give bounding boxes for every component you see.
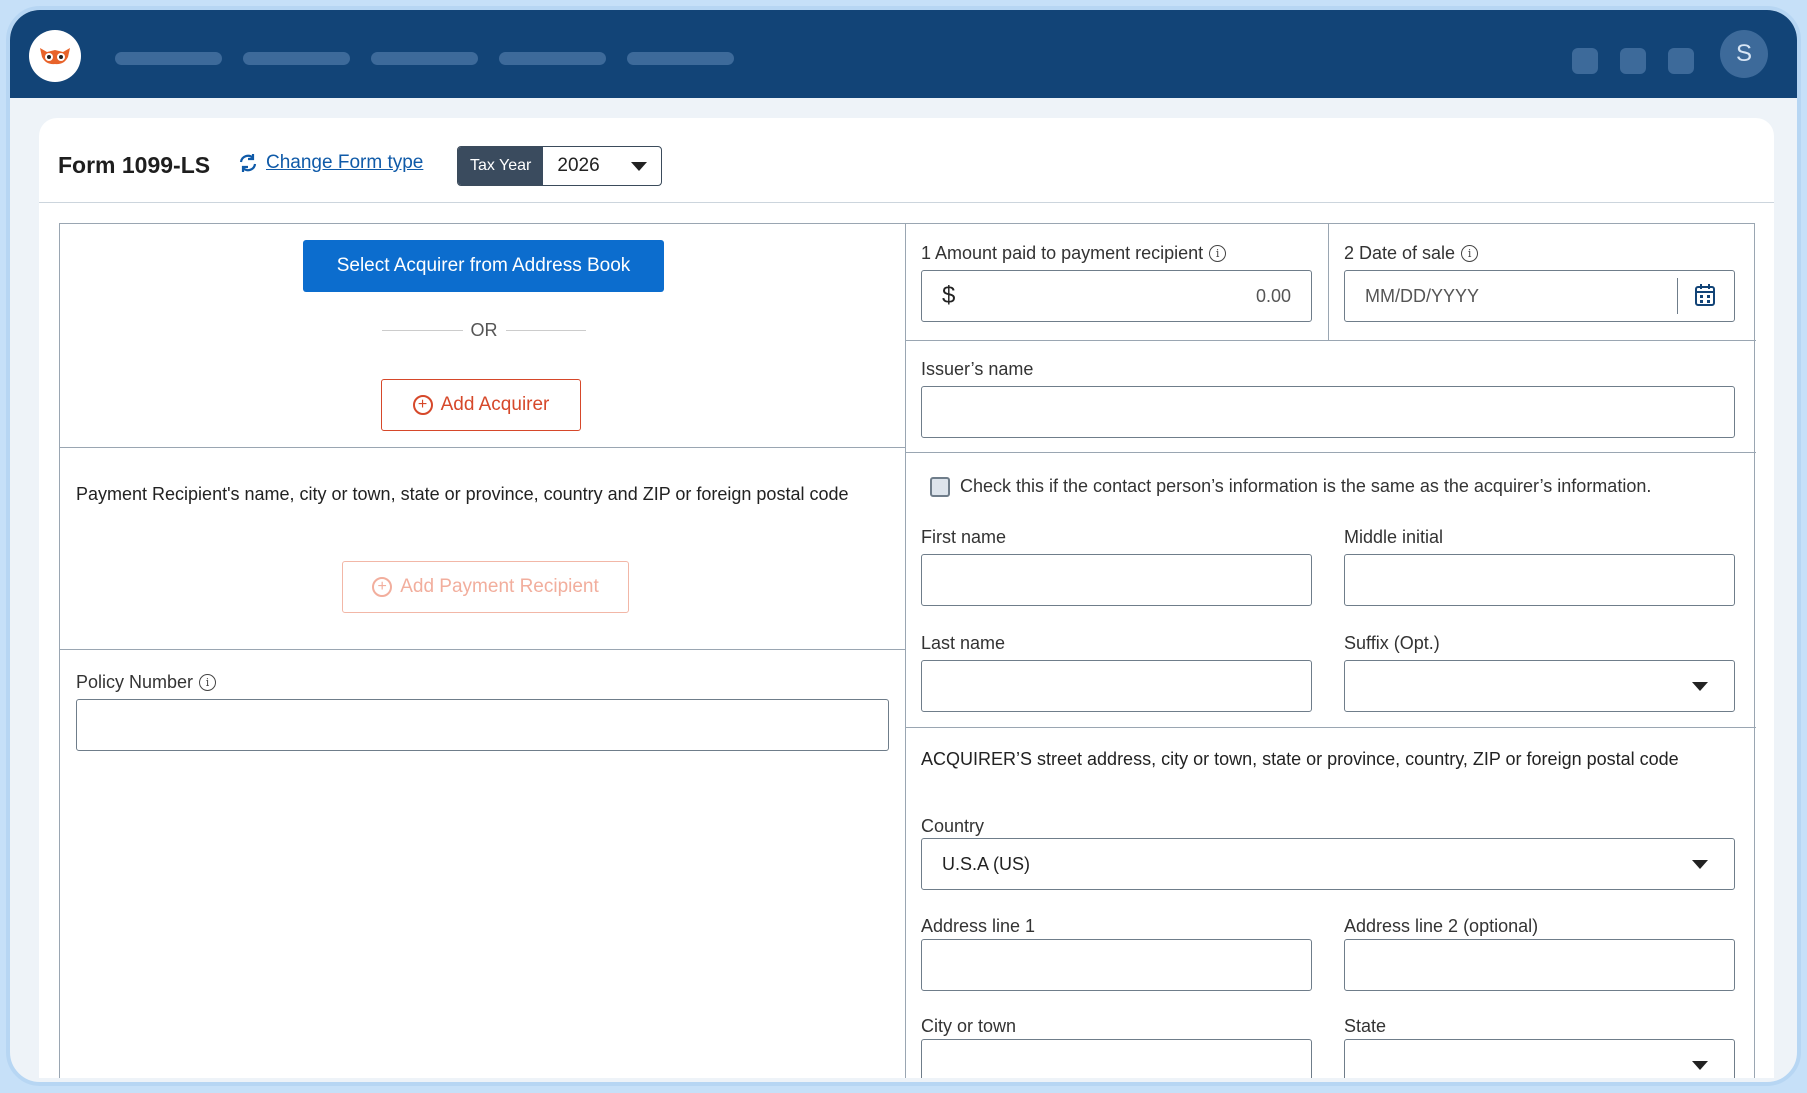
last-name-input[interactable]	[921, 660, 1312, 712]
add-acquirer-label: Add Acquirer	[440, 394, 550, 415]
same-contact-label: Check this if the contact person’s infor…	[960, 476, 1652, 496]
page-title: Form 1099-LS	[58, 152, 211, 178]
calendar-icon[interactable]	[1694, 283, 1716, 307]
change-form-type-label: Change Form type	[266, 152, 424, 173]
add-payment-recipient-button[interactable]: + Add Payment Recipient	[342, 561, 629, 613]
country-label: Country	[921, 816, 985, 836]
header-action-1-icon[interactable]	[1572, 48, 1598, 74]
policy-number-label: Policy Number i	[76, 672, 217, 693]
plus-circle-icon: +	[372, 577, 393, 597]
add-acquirer-button[interactable]: + Add Acquirer	[381, 379, 581, 431]
same-contact-checkbox[interactable]	[930, 477, 950, 497]
last-name-label: Last name	[921, 633, 1006, 653]
amount-label: 1 Amount paid to payment recipient i	[921, 243, 1227, 264]
tax-year-value: 2026	[557, 155, 600, 176]
date-of-sale-text: 2 Date of sale	[1344, 243, 1456, 263]
section-divider	[60, 447, 905, 448]
suffix-label: Suffix (Opt.)	[1344, 633, 1440, 653]
form-grid: Select Acquirer from Address Book OR + A…	[59, 223, 1756, 1078]
nav-item-2[interactable]	[243, 52, 350, 65]
state-select[interactable]	[1344, 1039, 1735, 1078]
section-divider	[60, 649, 905, 650]
info-icon[interactable]: i	[1209, 245, 1227, 262]
tax-year-label: Tax Year	[458, 147, 544, 185]
address-line-1-label: Address line 1	[921, 916, 1036, 936]
header-action-2-icon[interactable]	[1620, 48, 1646, 74]
plus-circle-icon: +	[412, 395, 433, 415]
header-divider	[39, 202, 1774, 203]
first-name-label: First name	[921, 527, 1007, 547]
nav-item-4[interactable]	[499, 52, 606, 65]
city-label: City or town	[921, 1016, 1017, 1036]
first-name-input[interactable]	[921, 554, 1312, 606]
header-action-3-icon[interactable]	[1668, 48, 1694, 74]
section-divider	[905, 340, 1756, 341]
tax-year-select[interactable]: Tax Year 2026	[457, 146, 663, 186]
date-placeholder: MM/DD/YYYY	[1365, 285, 1480, 306]
nav-item-3[interactable]	[371, 52, 478, 65]
chevron-down-icon	[631, 161, 648, 171]
nav-item-5[interactable]	[627, 52, 734, 65]
suffix-select[interactable]	[1344, 660, 1735, 712]
chevron-down-icon	[1692, 860, 1708, 869]
nav-item-1[interactable]	[115, 52, 222, 65]
date-of-sale-label: 2 Date of sale i	[1344, 243, 1479, 264]
address-line-2-input[interactable]	[1344, 939, 1735, 991]
chevron-down-icon	[1692, 1061, 1708, 1070]
country-value: U.S.A (US)	[942, 853, 1031, 874]
add-recipient-label: Add Payment Recipient	[400, 576, 599, 597]
top-navigation-bar: S	[10, 10, 1797, 98]
date-of-sale-input[interactable]: MM/DD/YYYY	[1344, 270, 1735, 322]
middle-initial-input[interactable]	[1344, 554, 1735, 606]
address-line-2-label: Address line 2 (optional)	[1344, 916, 1539, 936]
refresh-icon	[239, 154, 257, 172]
amount-input[interactable]: $ 0.00	[921, 270, 1312, 322]
dollar-icon: $	[942, 282, 956, 309]
policy-number-input[interactable]	[76, 699, 889, 751]
middle-initial-label: Middle initial	[1344, 527, 1444, 547]
form-card: Form 1099-LS Change Form type Tax Year 2…	[39, 118, 1774, 1078]
recipient-heading: Payment Recipient's name, city or town, …	[76, 484, 849, 504]
column-divider	[905, 224, 906, 1078]
user-avatar[interactable]: S	[1720, 30, 1768, 78]
section-divider	[905, 727, 1756, 728]
chevron-down-icon	[1692, 682, 1708, 691]
policy-number-text: Policy Number	[76, 672, 194, 692]
issuer-name-label: Issuer’s name	[921, 359, 1034, 379]
country-select[interactable]: U.S.A (US)	[921, 838, 1735, 890]
cell-divider	[1328, 224, 1329, 340]
or-separator: OR	[382, 320, 586, 341]
input-divider	[1677, 278, 1678, 314]
address-line-1-input[interactable]	[921, 939, 1312, 991]
amount-value: 0.00	[1255, 285, 1291, 306]
city-input[interactable]	[921, 1039, 1312, 1078]
amount-label-text: 1 Amount paid to payment recipient	[921, 243, 1204, 263]
info-icon[interactable]: i	[1461, 245, 1479, 262]
or-label: OR	[470, 320, 498, 340]
owl-logo-icon[interactable]	[29, 30, 81, 82]
tax-year-value-box[interactable]: 2026	[543, 147, 661, 185]
section-divider	[905, 452, 1756, 453]
info-icon[interactable]: i	[199, 674, 217, 691]
acquirer-address-heading: ACQUIRER’S street address, city or town,…	[921, 749, 1679, 769]
change-form-type-link[interactable]: Change Form type	[238, 152, 423, 174]
select-acquirer-button[interactable]: Select Acquirer from Address Book	[303, 240, 664, 292]
issuer-name-input[interactable]	[921, 386, 1735, 438]
state-label: State	[1344, 1016, 1387, 1036]
app-window: S Form 1099-LS Change Form type Tax Year…	[6, 6, 1801, 1086]
owl-logo-graphic	[40, 48, 70, 65]
